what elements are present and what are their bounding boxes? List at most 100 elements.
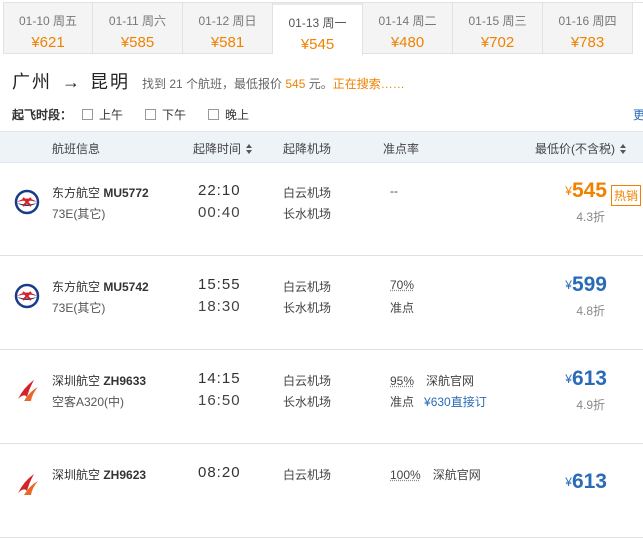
airline-name: 东方航空 MU5742: [52, 278, 149, 295]
ontime-percent[interactable]: 95%: [390, 374, 414, 388]
date-price: ¥581: [210, 34, 245, 51]
china-eastern-logo-icon: [14, 189, 40, 215]
yen-symbol: ¥: [565, 372, 572, 386]
airline-name: 东方航空 MU5772: [52, 184, 149, 201]
arrival-airport: 长水机场: [283, 395, 332, 409]
lowest-price-link[interactable]: ¥613: [565, 367, 607, 391]
flight-code: MU5772: [103, 186, 149, 200]
destination-city: 昆明: [90, 72, 130, 92]
shenzhen-airlines-logo-icon: [18, 474, 38, 495]
arrival-airport: 长水机场: [283, 207, 332, 221]
airline-label: 深圳航空: [52, 374, 104, 388]
header-time-sort[interactable]: 起降时间: [193, 140, 253, 157]
arrival-time: 00:40: [198, 204, 241, 221]
date-tab-0115[interactable]: 01-15 周三 ¥702: [453, 3, 543, 54]
ontime-row2: 准点 ¥630直接订: [390, 393, 487, 410]
aircraft-model: 73E(其它): [52, 301, 106, 315]
departure-airport: 白云机场: [283, 374, 332, 388]
header-time-label: 起降时间: [193, 142, 242, 156]
date-label: 01-11 周六: [108, 14, 167, 28]
date-tab-0116[interactable]: 01-16 周四 ¥783: [543, 3, 633, 54]
airline-label: 东方航空: [52, 186, 104, 200]
flight-row: 深圳航空 ZH9623 08:20 白云机场 100% 深航官网 ¥613: [0, 444, 643, 538]
flight-row: 东方航空 MU5742 73E(其它) 15:55 18:30 白云机场 长水机…: [0, 256, 643, 350]
date-label: 01-12 周日: [198, 14, 257, 28]
table-header: 航班信息 起降时间 起降机场 准点率 最低价(不含税): [0, 131, 643, 163]
sort-icon: [246, 144, 253, 154]
official-site-label: 深航官网: [426, 374, 475, 388]
airline-label: 东方航空: [52, 280, 104, 294]
direct-booking-link[interactable]: ¥630直接订: [424, 395, 487, 409]
departure-airport: 白云机场: [283, 186, 332, 200]
origin-city: 广州: [12, 72, 52, 92]
date-price: ¥545: [300, 36, 335, 53]
header-price-label: 最低价(不含税): [535, 142, 615, 156]
ontime-rate: 95% 深航官网: [390, 372, 474, 389]
ontime-percent[interactable]: 70%: [390, 278, 414, 292]
ontime-rate: 100% 深航官网: [390, 466, 481, 483]
filter-option-label: 晚上: [225, 107, 250, 122]
date-tab-0111[interactable]: 01-11 周六 ¥585: [93, 3, 183, 54]
searching-status: 正在搜索……: [332, 77, 405, 91]
lowest-price-link[interactable]: ¥599: [565, 273, 607, 297]
departure-time: 15:55: [198, 276, 241, 293]
discount: 4.9折: [576, 398, 605, 412]
summary-unit: 元。: [305, 77, 333, 91]
yen-symbol: ¥: [565, 278, 572, 292]
date-price: ¥480: [390, 34, 425, 51]
date-tab-0110[interactable]: 01-10 周五 ¥621: [3, 3, 93, 54]
date-price: ¥585: [120, 34, 155, 51]
date-tab-0114[interactable]: 01-14 周二 ¥480: [363, 3, 453, 54]
date-price: ¥621: [31, 34, 65, 51]
hot-sale-badge: 热销: [610, 185, 641, 206]
discount: 4.3折: [576, 210, 605, 224]
date-tab-0112[interactable]: 01-12 周日 ¥581: [183, 3, 273, 54]
filter-afternoon[interactable]: 下午: [145, 106, 186, 123]
lowest-price-link[interactable]: ¥613: [565, 470, 607, 494]
morning-checkbox[interactable]: [82, 108, 94, 120]
flight-code: MU5742: [103, 280, 149, 294]
flight-row: 深圳航空 ZH9633 空客A320(中) 14:15 16:50 白云机场 长…: [0, 350, 643, 444]
date-label: 01-16 周四: [558, 14, 617, 28]
summary-text: 找到 21 个航班，最低报价: [142, 77, 286, 91]
header-airport: 起降机场: [283, 142, 332, 156]
route-header: 广州 → 昆明 找到 21 个航班，最低报价 545 元。正在搜索……: [12, 68, 405, 92]
sort-icon: [620, 144, 627, 154]
afternoon-checkbox[interactable]: [145, 108, 157, 120]
filter-evening[interactable]: 晚上: [208, 106, 249, 123]
departure-airport: 白云机场: [283, 280, 332, 294]
china-eastern-logo-icon: [14, 283, 40, 309]
arrival-airport: 长水机场: [283, 301, 332, 315]
date-price: ¥702: [480, 34, 515, 51]
date-tab-0113-selected[interactable]: 01-13 周一 ¥545: [273, 3, 363, 56]
header-price-sort[interactable]: 最低价(不含税): [535, 140, 627, 157]
aircraft-model: 73E(其它): [52, 207, 106, 221]
lowest-price-link[interactable]: ¥545: [565, 179, 607, 203]
ontime-rate: 70%: [390, 278, 414, 292]
departure-time: 14:15: [198, 370, 241, 387]
date-price: ¥783: [570, 34, 605, 51]
flight-code: ZH9633: [103, 374, 147, 388]
evening-checkbox[interactable]: [208, 108, 220, 120]
arrival-time: 16:50: [198, 392, 241, 409]
flight-code: ZH9623: [103, 468, 147, 482]
date-label: 01-10 周五: [18, 14, 78, 28]
filter-morning[interactable]: 上午: [82, 106, 123, 123]
time-filter: 起飞时段： 上午 下午 晚上: [12, 104, 271, 124]
ontime-percent[interactable]: 100%: [390, 468, 421, 482]
official-site-label: 深航官网: [432, 468, 481, 482]
arrival-time: 18:30: [198, 298, 241, 315]
ontime-rate: --: [390, 184, 398, 198]
flight-row: 东方航空 MU5772 73E(其它) 22:10 00:40 白云机场 长水机…: [0, 162, 643, 256]
aircraft-model: 空客A320(中): [52, 395, 125, 409]
airline-name: 深圳航空 ZH9623: [52, 466, 146, 483]
airline-name: 深圳航空 ZH9633: [52, 372, 146, 389]
date-label: 01-13 周一: [288, 16, 347, 30]
more-filters-link[interactable]: 更多: [633, 106, 643, 123]
departure-airport: 白云机场: [283, 468, 332, 482]
ontime-label: 准点: [390, 395, 415, 409]
date-tabs: 01-10 周五 ¥621 01-11 周六 ¥585 01-12 周日 ¥581 0…: [3, 2, 643, 56]
filter-option-label: 上午: [99, 107, 124, 122]
header-flight: 航班信息: [52, 142, 101, 156]
lowest-price: 545: [285, 77, 306, 91]
